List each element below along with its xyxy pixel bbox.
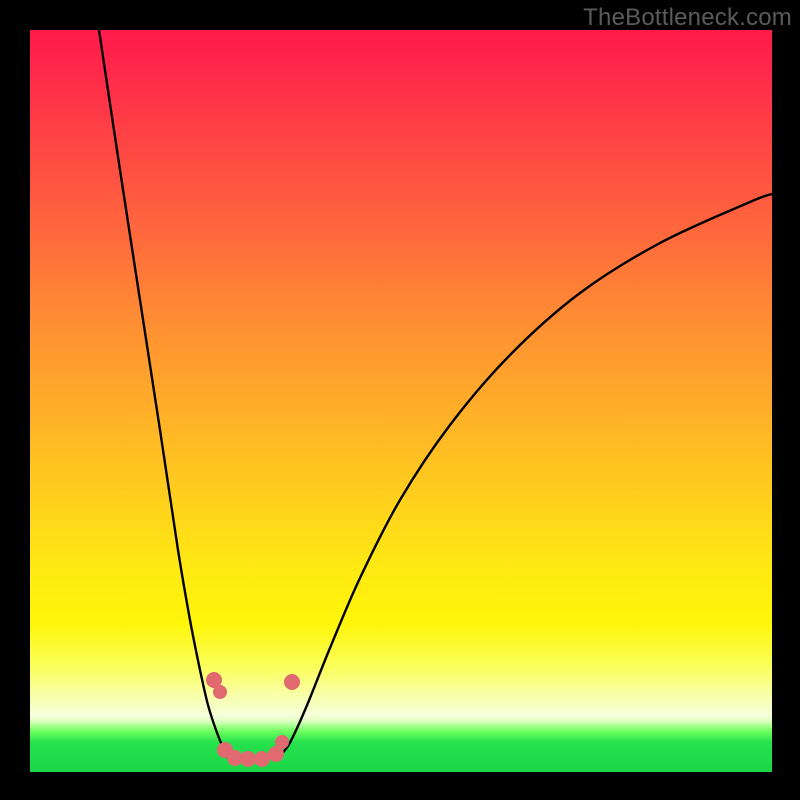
data-marker-1 bbox=[213, 685, 227, 699]
watermark-text: TheBottleneck.com bbox=[583, 4, 792, 32]
chart-svg bbox=[30, 30, 772, 772]
data-marker-8 bbox=[284, 674, 300, 690]
curve-left-branch bbox=[99, 30, 228, 758]
data-markers bbox=[206, 672, 300, 767]
data-marker-5 bbox=[254, 751, 270, 767]
curve-right-branch bbox=[278, 194, 772, 758]
data-marker-4 bbox=[240, 751, 256, 767]
data-marker-7 bbox=[275, 735, 289, 749]
outer-frame: TheBottleneck.com bbox=[0, 0, 800, 800]
